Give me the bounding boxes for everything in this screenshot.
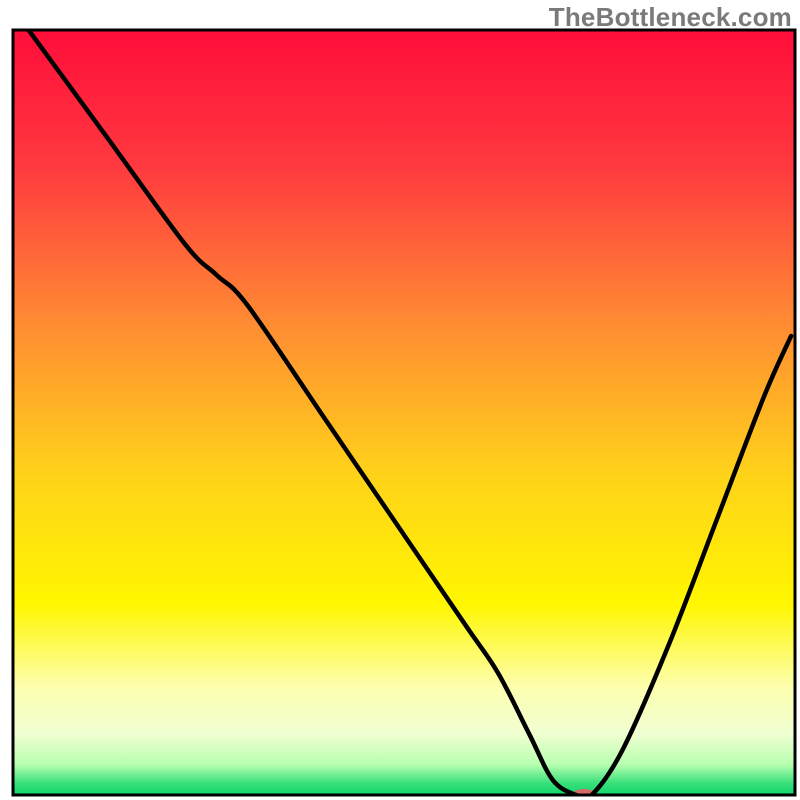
gradient-background [13, 30, 795, 795]
bottleneck-chart [0, 0, 800, 800]
chart-stage: TheBottleneck.com [0, 0, 800, 800]
watermark-text: TheBottleneck.com [549, 2, 792, 33]
